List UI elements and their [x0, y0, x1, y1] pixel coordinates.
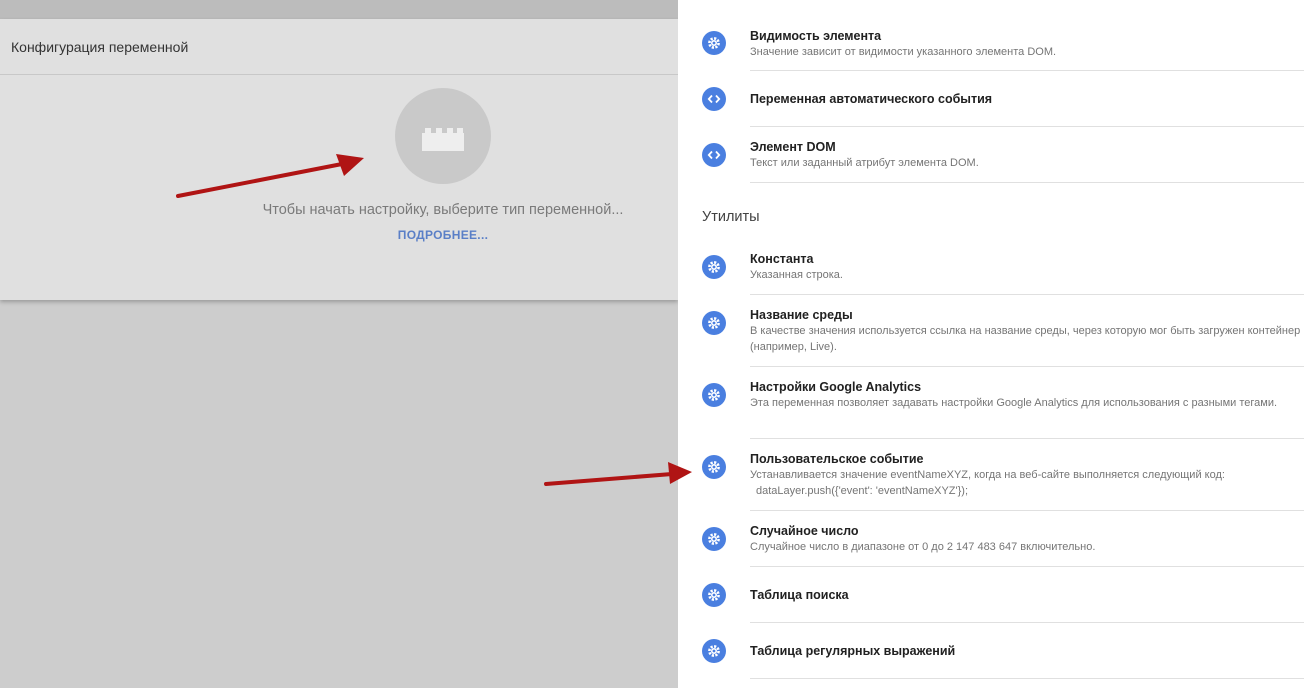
item-title: Элемент DOM [750, 140, 836, 154]
item-desc: Случайное число в диапазоне от 0 до 2 14… [750, 541, 1096, 553]
item-desc: Указанная строка. [750, 269, 843, 281]
code-icon [702, 143, 726, 167]
item-desc: Устанавливается значение eventNameXYZ, к… [750, 469, 1225, 481]
gear-icon [702, 383, 726, 407]
item-desc: В качестве значения используется ссылка … [750, 325, 1301, 353]
section-title-utilities: Утилиты [702, 209, 760, 225]
item-title: Видимость элемента [750, 29, 882, 43]
list-item-random-number[interactable]: Случайное число Случайное число в диапаз… [678, 511, 1304, 567]
list-item-regex-table[interactable]: Таблица регулярных выражений [678, 623, 1304, 679]
gear-icon [702, 311, 726, 335]
gear-icon [702, 583, 726, 607]
item-title: Случайное число [750, 524, 859, 538]
list-item-custom-event[interactable]: Пользовательское событие Устанавливается… [678, 439, 1304, 511]
item-code: dataLayer.push({'event': 'eventNameXYZ'}… [756, 485, 969, 497]
list-item-lookup-table[interactable]: Таблица поиска [678, 567, 1304, 623]
item-title: Название среды [750, 308, 853, 322]
item-desc: Эта переменная позволяет задавать настро… [750, 397, 1278, 409]
variable-config-card: Конфигурация переменной [0, 19, 678, 300]
list-item-constant[interactable]: Константа Указанная строка. [678, 239, 1304, 295]
gear-icon [702, 639, 726, 663]
divider [750, 182, 1304, 183]
variable-type-panel: Видимость элемента Значение зависит от в… [678, 0, 1304, 688]
item-title: Настройки Google Analytics [750, 380, 922, 394]
gear-icon [702, 31, 726, 55]
top-bar [0, 0, 678, 19]
config-header-title: Конфигурация переменной [0, 19, 678, 75]
gear-icon [702, 455, 726, 479]
list-item-environment-name[interactable]: Название среды В качестве значения испол… [678, 295, 1304, 367]
item-title: Переменная автоматического события [750, 92, 993, 106]
code-icon [702, 87, 726, 111]
item-title: Таблица регулярных выражений [750, 644, 956, 658]
item-desc: Текст или заданный атрибут элемента DOM. [750, 157, 979, 169]
list-item-google-analytics-settings[interactable]: Настройки Google Analytics Эта переменна… [678, 367, 1304, 439]
gear-icon [702, 255, 726, 279]
item-title: Пользовательское событие [750, 452, 924, 466]
arrow-icon [544, 462, 692, 486]
list-item-auto-event-variable[interactable]: Переменная автоматического события [678, 71, 1304, 127]
brick-icon [422, 128, 464, 151]
divider [750, 678, 1304, 679]
item-desc: Значение зависит от видимости указанного… [750, 46, 1057, 58]
list-item-dom-element[interactable]: Элемент DOM Текст или заданный атрибут э… [678, 127, 1304, 183]
item-title: Таблица поиска [750, 588, 849, 602]
item-title: Константа [750, 252, 814, 266]
gear-icon [702, 527, 726, 551]
list-item-element-visibility[interactable]: Видимость элемента Значение зависит от в… [678, 18, 1304, 71]
